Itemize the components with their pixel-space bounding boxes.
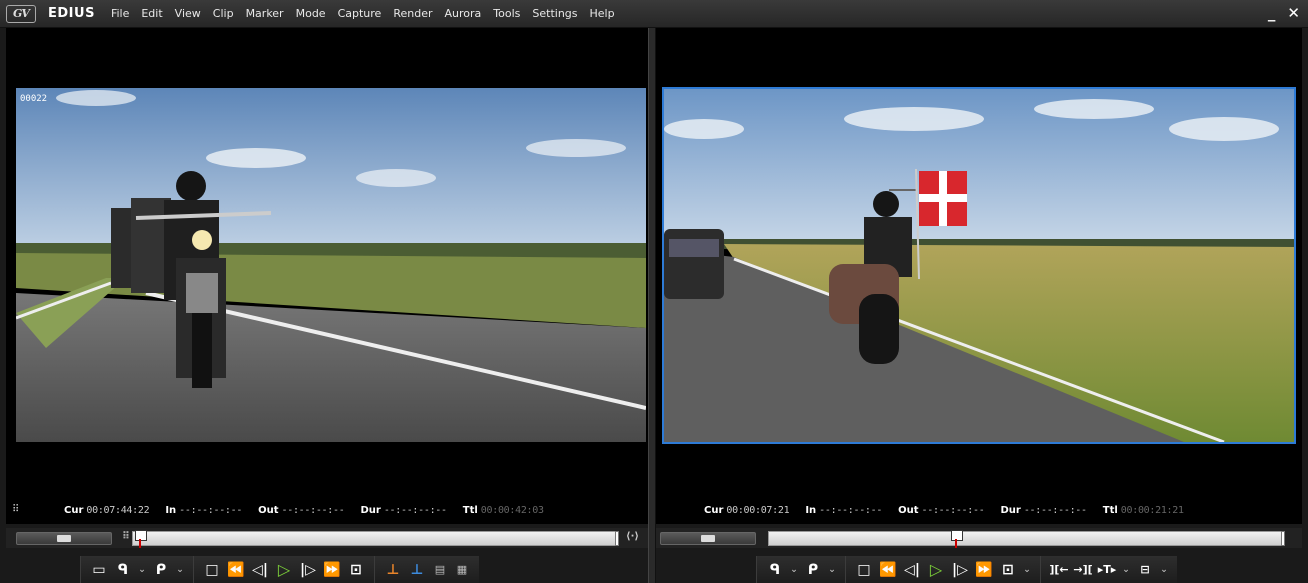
recorder-ttl: Ttl 00:00:21:21: [1102, 505, 1184, 516]
recorder-video-image: [664, 89, 1294, 442]
step-back-icon[interactable]: ◁|: [900, 559, 924, 581]
title-bar: GV EDIUS File Edit View Clip Marker Mode…: [0, 0, 1308, 28]
menu-render[interactable]: Render: [387, 0, 438, 28]
menu-mode[interactable]: Mode: [290, 0, 332, 28]
recorder-scrub-row: [656, 528, 1302, 548]
add-to-bin-icon[interactable]: ▤: [429, 559, 451, 581]
step-back-icon[interactable]: ◁|: [248, 559, 272, 581]
menu-file[interactable]: File: [105, 0, 135, 28]
cue-icon[interactable]: ▭: [87, 559, 111, 581]
fast-forward-icon[interactable]: ⏩: [972, 559, 996, 581]
player-video-frame[interactable]: 00022: [16, 88, 646, 442]
recorder-dur: Dur --:--:--:--: [1000, 505, 1087, 516]
clip-name-label: 00022: [20, 94, 48, 104]
stop-icon[interactable]: □: [200, 559, 224, 581]
monitor-divider[interactable]: [648, 28, 656, 583]
set-in-icon[interactable]: ᑫ: [763, 559, 787, 581]
player-video-image: [16, 88, 646, 442]
player-in: In --:--:--:--: [165, 505, 243, 516]
step-forward-icon[interactable]: |▷: [296, 559, 320, 581]
recorder-controls: ᑫ ⌄ ᑭ ⌄ □ ⏪ ◁| ▷ |▷ ⏩ ⊡ ⌄ ][← →][ ▸T▸ ⌄ …: [756, 556, 1177, 583]
app-logo: GV: [6, 4, 36, 23]
player-mark-group: ▭ ᑫ ⌄ ᑭ ⌄: [80, 556, 193, 583]
sync-icon[interactable]: ⟨·⟩: [626, 531, 639, 542]
chevron-down-icon[interactable]: ⌄: [1020, 559, 1034, 581]
menu-view[interactable]: View: [169, 0, 207, 28]
recorder-video-frame[interactable]: [662, 87, 1296, 444]
menu-tools[interactable]: Tools: [487, 0, 526, 28]
export-icon[interactable]: ⊟: [1133, 559, 1157, 581]
close-button[interactable]: ✕: [1287, 4, 1300, 22]
chevron-down-icon[interactable]: ⌄: [173, 559, 187, 581]
sync-icon[interactable]: ▦: [451, 559, 473, 581]
player-monitor: 00022 ⠿ Cur 00:07:44:22 In --:--:--:-- O…: [6, 28, 648, 524]
menu-clip[interactable]: Clip: [207, 0, 240, 28]
recorder-out: Out --:--:--:--: [898, 505, 985, 516]
player-timeline-group: ⊥ ⊥ ▤ ▦: [374, 556, 479, 583]
stop-icon[interactable]: □: [852, 559, 876, 581]
player-playhead[interactable]: [135, 530, 147, 548]
recorder-in: In --:--:--:--: [805, 505, 883, 516]
recorder-playhead[interactable]: [951, 530, 963, 548]
split-icon[interactable]: ▸T▸: [1095, 559, 1119, 581]
marker-icon[interactable]: ⠿: [12, 504, 20, 518]
step-forward-icon[interactable]: |▷: [948, 559, 972, 581]
window-controls: _ ✕: [1268, 4, 1300, 22]
menu-bar: File Edit View Clip Marker Mode Capture …: [105, 0, 621, 28]
player-bar-end: [615, 531, 619, 546]
player-transport-group: □ ⏪ ◁| ▷ |▷ ⏩ ⊡: [193, 556, 374, 583]
set-out-icon[interactable]: ᑭ: [149, 559, 173, 581]
chevron-down-icon[interactable]: ⌄: [825, 559, 839, 581]
recorder-mark-group: ᑫ ⌄ ᑭ ⌄: [756, 556, 845, 583]
recorder-shuttle-slider[interactable]: [660, 532, 756, 545]
player-out: Out --:--:--:--: [258, 505, 345, 516]
set-in-icon[interactable]: ᑫ: [111, 559, 135, 581]
recorder-cur: Cur 00:00:07:21: [704, 505, 790, 516]
player-dur: Dur --:--:--:--: [360, 505, 447, 516]
recorder-bar-end: [1281, 531, 1285, 546]
player-timecodes: Cur 00:07:44:22 In --:--:--:-- Out --:--:--…: [64, 505, 560, 516]
menu-edit[interactable]: Edit: [135, 0, 168, 28]
menu-capture[interactable]: Capture: [332, 0, 388, 28]
recorder-edit-group: ][← →][ ▸T▸ ⌄ ⊟ ⌄: [1040, 556, 1177, 583]
recorder-monitor: Cur 00:00:07:21 In --:--:--:-- Out --:--:--…: [656, 28, 1302, 524]
menu-aurora[interactable]: Aurora: [439, 0, 488, 28]
marker-list-icon[interactable]: ⠿: [122, 531, 130, 542]
overwrite-to-timeline-icon[interactable]: ⊥: [405, 559, 429, 581]
chevron-down-icon[interactable]: ⌄: [135, 559, 149, 581]
chevron-down-icon[interactable]: ⌄: [1157, 559, 1171, 581]
chevron-down-icon[interactable]: ⌄: [787, 559, 801, 581]
chevron-down-icon[interactable]: ⌄: [1119, 559, 1133, 581]
player-scrub-row: ⠿ ⟨·⟩: [6, 528, 648, 548]
player-position-bar[interactable]: [132, 530, 619, 548]
menu-help[interactable]: Help: [584, 0, 621, 28]
rewind-icon[interactable]: ⏪: [224, 559, 248, 581]
play-icon[interactable]: ▷: [272, 559, 296, 581]
app-name: EDIUS: [48, 6, 95, 21]
fast-forward-icon[interactable]: ⏩: [320, 559, 344, 581]
next-edit-icon[interactable]: →][: [1071, 559, 1095, 581]
loop-play-icon[interactable]: ⊡: [996, 559, 1020, 581]
recorder-transport-group: □ ⏪ ◁| ▷ |▷ ⏩ ⊡ ⌄: [845, 556, 1040, 583]
player-controls: ▭ ᑫ ⌄ ᑭ ⌄ □ ⏪ ◁| ▷ |▷ ⏩ ⊡ ⊥ ⊥ ▤ ▦: [80, 556, 479, 583]
player-shuttle-slider[interactable]: [16, 532, 112, 545]
insert-to-timeline-icon[interactable]: ⊥: [381, 559, 405, 581]
rewind-icon[interactable]: ⏪: [876, 559, 900, 581]
set-out-icon[interactable]: ᑭ: [801, 559, 825, 581]
player-cur: Cur 00:07:44:22: [64, 505, 150, 516]
minimize-button[interactable]: _: [1268, 4, 1276, 22]
player-ttl: Ttl 00:00:42:03: [462, 505, 544, 516]
recorder-timecodes: Cur 00:00:07:21 In --:--:--:-- Out --:--:--…: [704, 505, 1200, 516]
prev-edit-icon[interactable]: ][←: [1047, 559, 1071, 581]
recorder-position-bar[interactable]: [768, 530, 1285, 548]
menu-marker[interactable]: Marker: [240, 0, 290, 28]
play-icon[interactable]: ▷: [924, 559, 948, 581]
loop-play-icon[interactable]: ⊡: [344, 559, 368, 581]
menu-settings[interactable]: Settings: [526, 0, 583, 28]
